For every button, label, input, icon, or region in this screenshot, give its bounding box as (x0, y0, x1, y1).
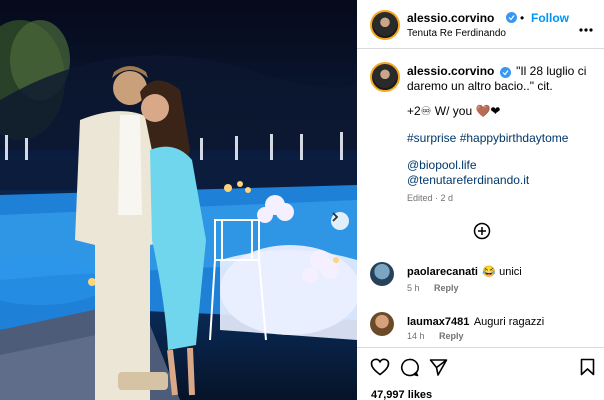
add-comment-icon[interactable] (473, 222, 491, 240)
caption-hashtags[interactable]: #surprise #happybirthdaytome (407, 131, 568, 145)
post-header: alessio.corvino • Follow Tenuta Re Ferdi… (357, 0, 604, 49)
comment-username[interactable]: paolarecanati (407, 266, 478, 278)
comment-time: 5 h (407, 283, 420, 293)
photo-scene (0, 20, 357, 400)
carousel-next-button[interactable] (331, 212, 349, 230)
heart-icon[interactable] (370, 358, 390, 381)
share-icon[interactable] (429, 358, 448, 382)
comment-text: Auguri ragazzi (473, 316, 545, 328)
edited-meta: Edited · 2 d (407, 193, 454, 203)
post-sidebar: alessio.corvino • Follow Tenuta Re Ferdi… (357, 0, 604, 400)
verified-badge-icon (506, 12, 517, 23)
action-bar: 47,997 likes (357, 347, 604, 400)
caption-verified-icon (499, 67, 511, 78)
reply-button[interactable]: Reply (439, 331, 464, 341)
caption-line2: +2♾ W/ you 🤎❤ (407, 104, 501, 118)
likes-count[interactable]: 47,997 likes (371, 389, 432, 400)
comment-text: 😂 unici (482, 266, 522, 278)
comment-username[interactable]: laumax7481 (407, 316, 469, 328)
comment-avatar[interactable] (370, 262, 394, 286)
bookmark-icon[interactable] (580, 358, 595, 381)
comment-meta: 5 h Reply (407, 283, 471, 293)
comment-avatar[interactable] (370, 312, 394, 336)
author-avatar[interactable] (370, 10, 400, 40)
comment-row: laumax7481 Auguri ragazzi (407, 312, 544, 330)
reply-button[interactable]: Reply (434, 283, 459, 293)
comment-meta: 14 h Reply (407, 331, 476, 341)
comment-row: paolarecanati 😂 unici (407, 262, 522, 280)
post-photo[interactable] (0, 0, 357, 400)
caption-author-avatar[interactable] (370, 62, 400, 92)
chevron-right-icon (332, 212, 339, 222)
more-options-icon[interactable] (579, 19, 593, 37)
comment-icon[interactable] (400, 358, 419, 382)
caption-username[interactable]: alessio.corvino (407, 64, 494, 78)
mention-tenuta[interactable]: @tenutareferdinando.it (407, 173, 529, 187)
post-location[interactable]: Tenuta Re Ferdinando (407, 28, 506, 39)
caption-first-line: alessio.corvino "Il 28 luglio ci daremo … (407, 64, 597, 94)
author-username[interactable]: alessio.corvino (407, 11, 494, 25)
follow-button[interactable]: Follow (531, 11, 569, 25)
comment-time: 14 h (407, 331, 425, 341)
mention-biopool[interactable]: @biopool.life (407, 158, 477, 172)
separator-dot: • (520, 11, 525, 25)
